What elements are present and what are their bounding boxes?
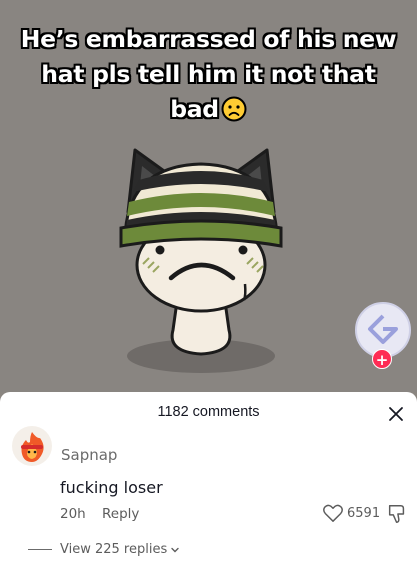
comments-count-header: 1182 comments xyxy=(157,404,260,420)
video-player[interactable]: He’s embarrassed of his new hat pls tell… xyxy=(0,0,417,392)
comments-sheet: 1182 comments Sapnap fucking loser 20h R… xyxy=(0,392,417,571)
replies-divider-line xyxy=(28,549,52,550)
comment-timestamp: 20h xyxy=(60,506,86,522)
chevron-down-icon xyxy=(171,547,179,552)
dislike-icon[interactable] xyxy=(386,503,408,525)
view-replies-label: View 225 replies xyxy=(60,542,168,557)
comment-text: fucking loser xyxy=(60,478,163,497)
comment-username[interactable]: Sapnap xyxy=(61,446,117,464)
view-replies-button[interactable]: View 225 replies xyxy=(28,542,180,557)
reply-button[interactable]: Reply xyxy=(102,506,139,522)
heart-icon[interactable] xyxy=(322,503,344,523)
add-effect-button[interactable]: + xyxy=(372,349,392,369)
like-group: 6591 xyxy=(322,502,380,524)
frowning-face-emoji-icon xyxy=(221,96,247,122)
fire-avatar-icon xyxy=(21,432,44,462)
caption-text: He’s embarrassed of his new hat pls tell… xyxy=(20,25,397,123)
video-caption: He’s embarrassed of his new hat pls tell… xyxy=(20,22,397,127)
like-count: 6591 xyxy=(347,505,381,521)
avatar[interactable] xyxy=(12,426,52,466)
character-illustration xyxy=(119,148,283,373)
close-icon[interactable] xyxy=(384,402,408,426)
